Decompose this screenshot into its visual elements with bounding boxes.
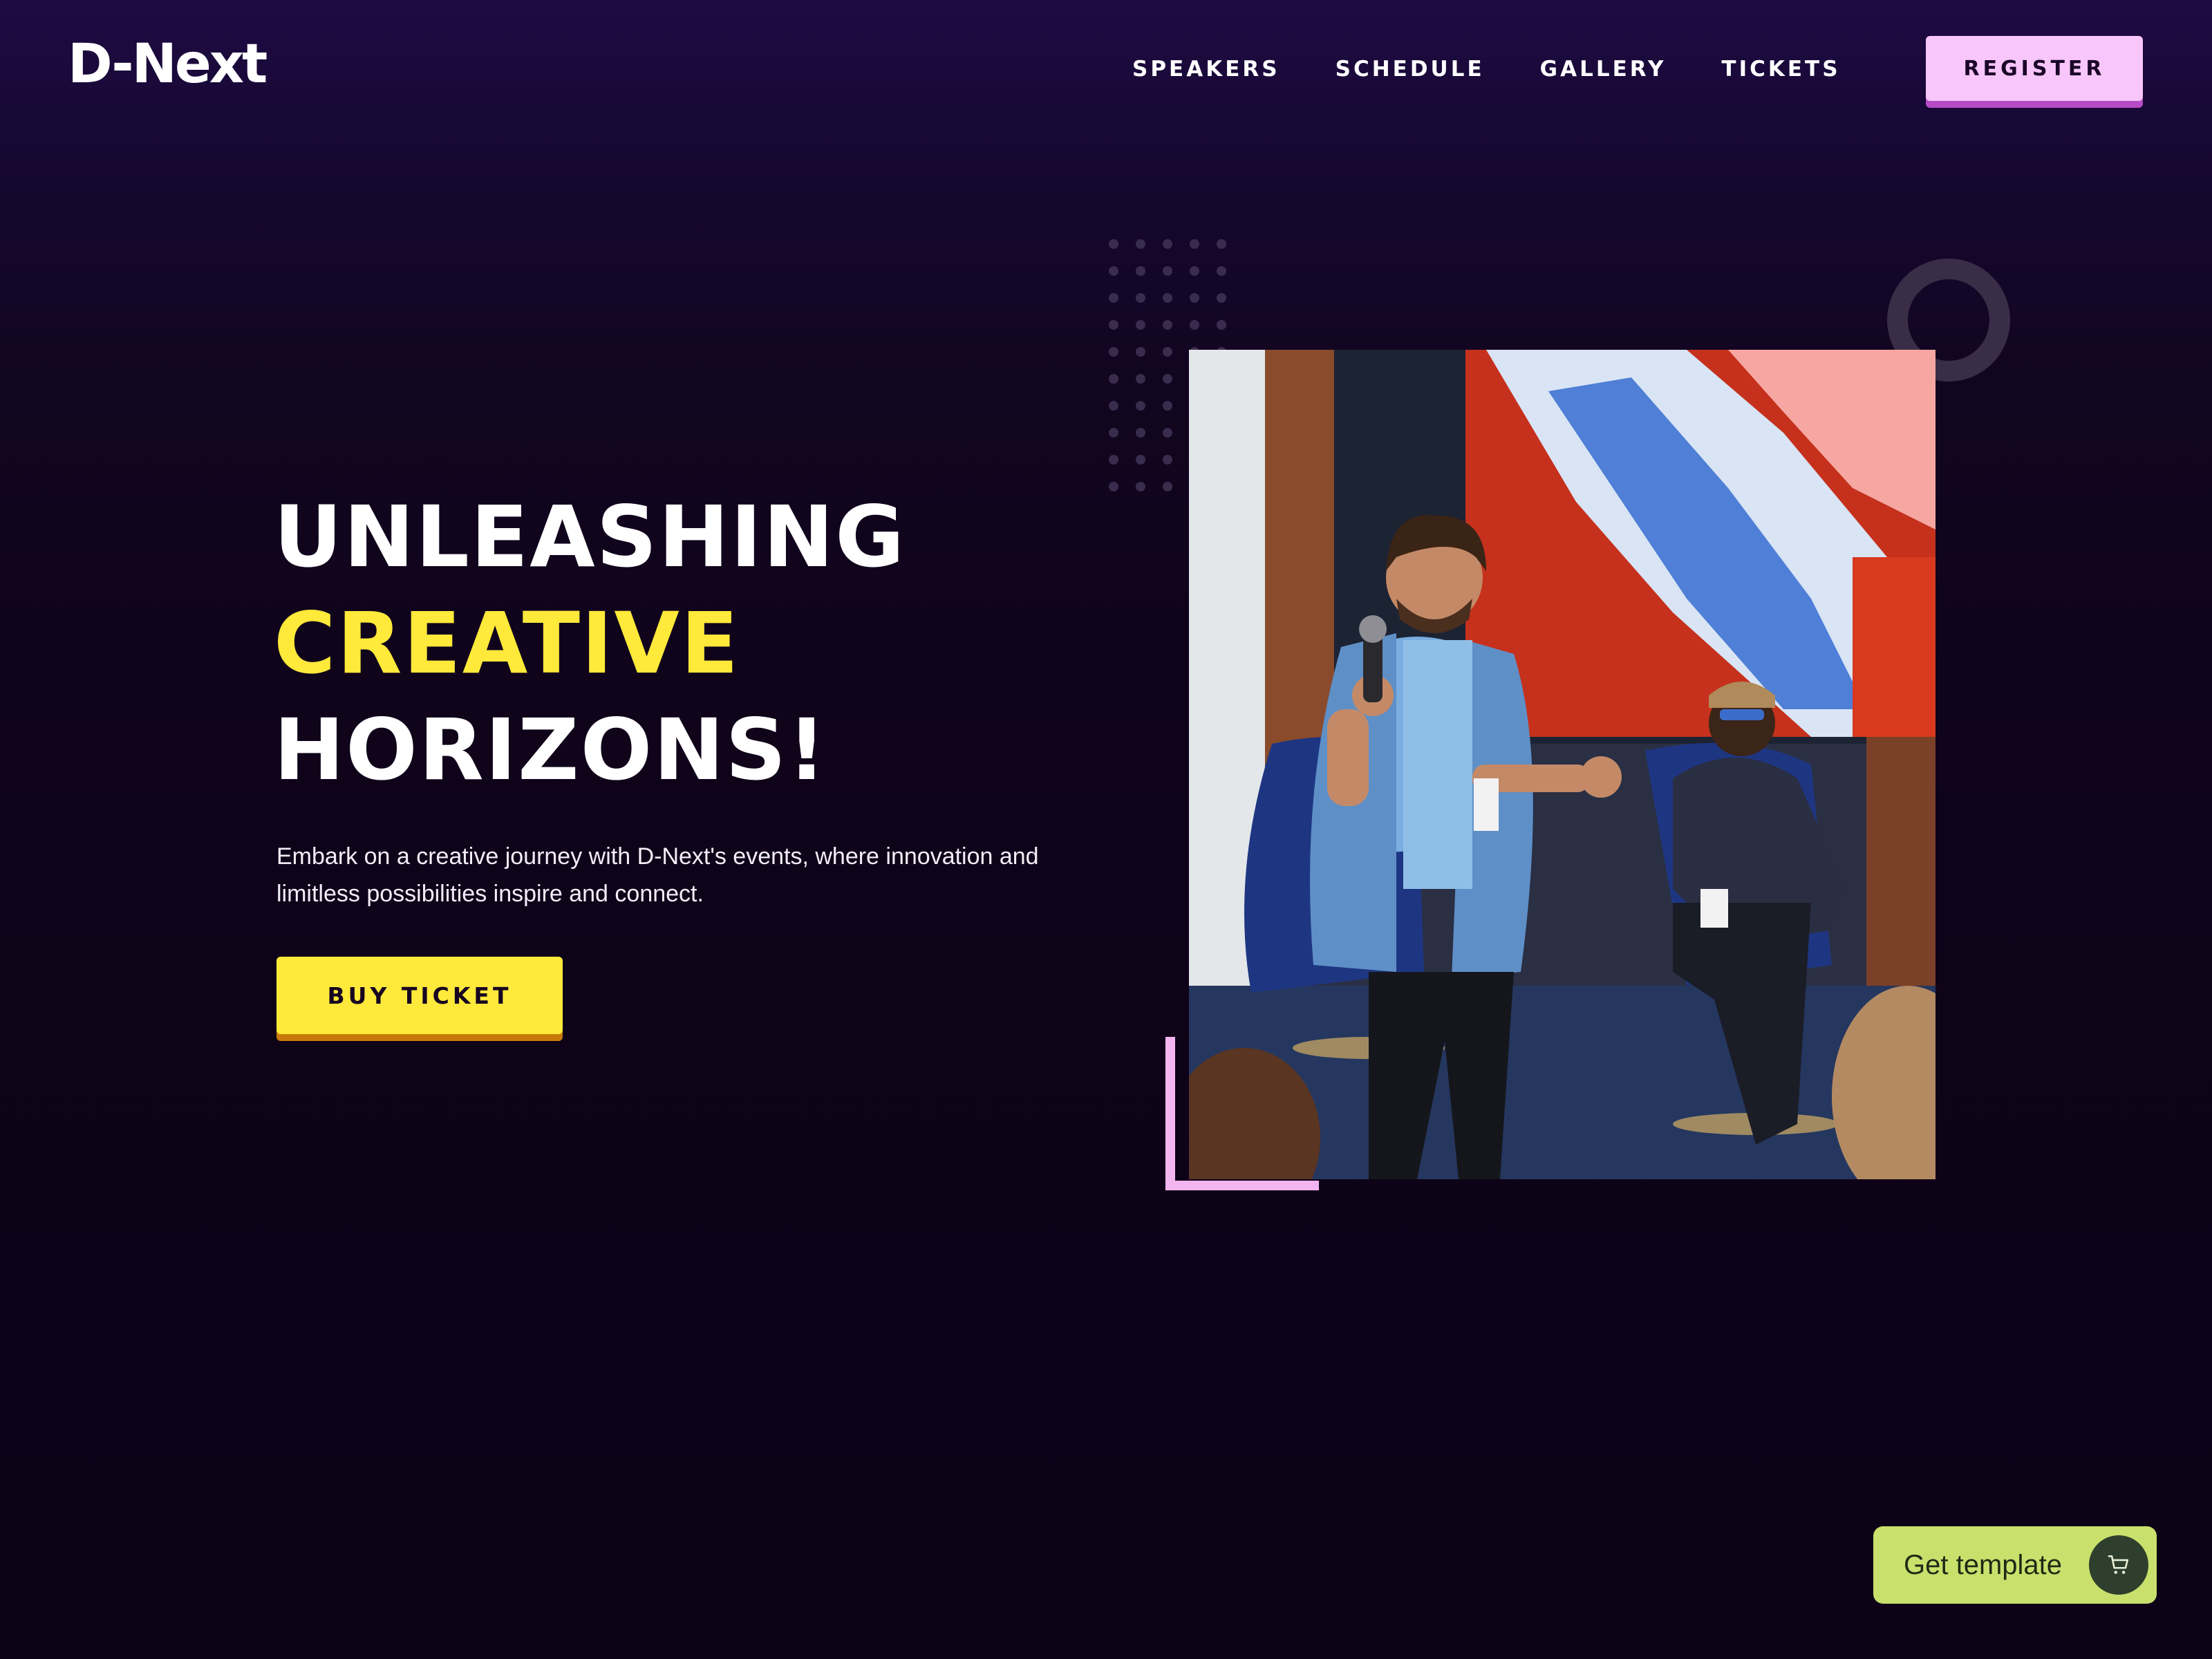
buy-ticket-button[interactable]: BUY TICKET [276, 957, 563, 1034]
cart-icon [2089, 1535, 2148, 1595]
main-nav: SPEAKERS SCHEDULE GALLERY TICKETS [1132, 57, 1841, 82]
get-template-label: Get template [1904, 1549, 2063, 1580]
register-button[interactable]: REGISTER [1926, 36, 2143, 101]
nav-gallery[interactable]: GALLERY [1540, 57, 1667, 82]
logo[interactable]: D-Next [68, 37, 268, 91]
nav-speakers[interactable]: SPEAKERS [1132, 57, 1280, 82]
hero-description: Embark on a creative journey with D-Next… [276, 843, 1039, 907]
hero-title: UNLEASHING CREATIVE HORIZONS! [274, 484, 906, 803]
nav-tickets[interactable]: TICKETS [1721, 57, 1840, 82]
hero-title-line-1: UNLEASHING [274, 488, 906, 586]
hero-title-line-3: HORIZONS! [274, 701, 827, 799]
corner-bracket-decoration [1165, 1037, 1319, 1190]
nav-schedule[interactable]: SCHEDULE [1335, 57, 1485, 82]
hero-title-line-2: CREATIVE [274, 594, 740, 693]
get-template-button[interactable]: Get template [1873, 1526, 2157, 1604]
